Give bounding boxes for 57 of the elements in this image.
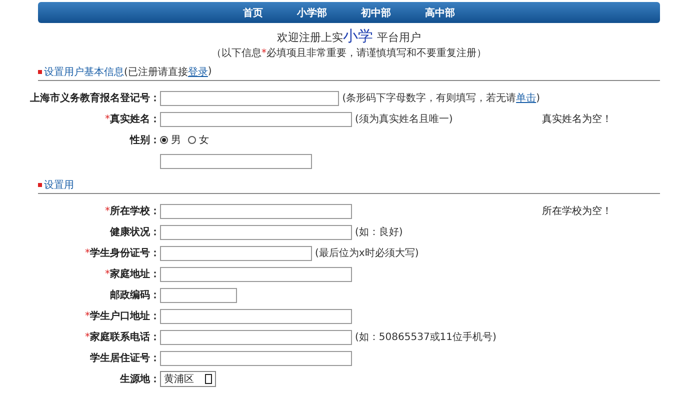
radio-button[interactable] — [188, 136, 196, 144]
input-field[interactable] — [160, 90, 340, 106]
section-title: 设置用 — [44, 178, 74, 192]
section-title: 设置用户基本信息 — [44, 66, 124, 78]
login-link[interactable]: 登录 — [188, 64, 208, 78]
nav-link[interactable]: 小学部 — [297, 6, 327, 20]
scroll-box-icon — [205, 374, 212, 384]
input-field[interactable] — [160, 112, 352, 126]
field-hint: (条形码下字母数字，有则填写，若无请 — [342, 92, 516, 105]
error-message: 所在学校为空！ — [541, 204, 613, 218]
bullet-icon — [38, 70, 42, 74]
input-field[interactable] — [160, 266, 352, 282]
section-note: ) — [208, 66, 212, 77]
field-label: 邮政编码： — [110, 288, 160, 302]
radio-button[interactable] — [160, 136, 168, 144]
field-hint: (最后位为x时必须大写) — [315, 246, 419, 260]
field-hint: (须为真实姓名且唯一) — [355, 112, 453, 126]
field-hint: (如：50865537或11位手机号) — [355, 330, 496, 344]
input-field[interactable] — [160, 224, 352, 240]
required-mark: * — [105, 114, 110, 124]
radio-label: 女 — [199, 134, 209, 147]
district-select[interactable]: 黄浦区 — [160, 371, 216, 387]
field-label: 家庭联系电话： — [90, 330, 160, 344]
field-label: 家庭地址： — [110, 267, 160, 281]
nav-link[interactable]: 初中部 — [361, 6, 391, 20]
input-field[interactable] — [160, 330, 352, 344]
field-label: 性别： — [130, 134, 160, 147]
field-label: 学生户口地址： — [90, 309, 160, 323]
field-label: 真实姓名： — [110, 112, 160, 126]
input-field[interactable] — [160, 350, 352, 366]
input-field[interactable] — [160, 288, 237, 302]
input-field[interactable] — [160, 154, 312, 168]
field-label: 健康状况： — [110, 226, 160, 239]
field-label: 生源地： — [120, 372, 160, 386]
page-title: 欢迎注册上实小学 平台用户 — [276, 28, 422, 46]
required-mark: * — [85, 310, 90, 322]
input-field[interactable] — [160, 204, 352, 218]
required-mark: * — [85, 332, 90, 342]
input-field[interactable] — [160, 246, 312, 260]
click-link[interactable]: 单击 — [516, 91, 536, 105]
field-label: 学生身份证号： — [90, 246, 160, 260]
field-hint: (如：良好) — [355, 226, 403, 239]
section-note: (已注册请直接 — [124, 66, 188, 78]
field-label: 学生居住证号： — [90, 352, 160, 365]
bullet-icon — [38, 182, 42, 186]
notice-text: （以下信息*必填项且非常重要，请谨慎填写和不要重复注册） — [210, 47, 488, 61]
nav-link[interactable]: 首页 — [243, 6, 263, 20]
radio-label: 男 — [171, 134, 181, 147]
required-mark: * — [85, 248, 90, 258]
error-message: 真实姓名为空！ — [541, 112, 613, 126]
field-label: 上海市义务教育报名登记号： — [30, 91, 160, 105]
nav-link[interactable]: 高中部 — [425, 6, 455, 20]
field-label: 所在学校： — [110, 204, 160, 218]
field-hint: ) — [536, 92, 540, 104]
required-mark: * — [105, 268, 110, 280]
required-mark: * — [105, 206, 110, 216]
input-field[interactable] — [160, 308, 352, 324]
